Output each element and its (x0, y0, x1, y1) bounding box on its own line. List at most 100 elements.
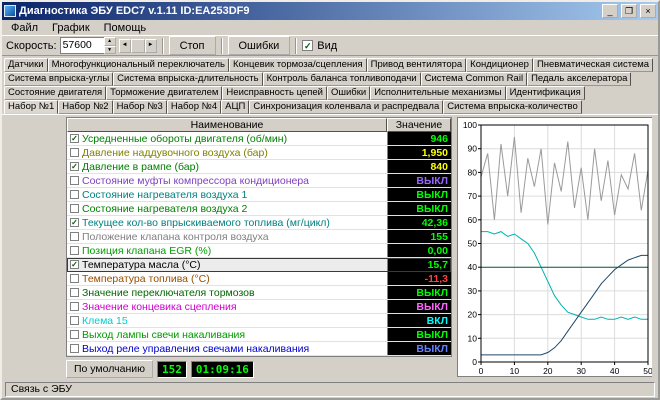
svg-text:30: 30 (576, 366, 586, 376)
row-checkbox[interactable]: ✓ (70, 134, 79, 143)
row-checkbox[interactable] (70, 344, 79, 353)
table-row[interactable]: Выход лампы свечи накаливанияВЫКЛ (67, 328, 451, 342)
maximize-button[interactable]: ❐ (621, 4, 637, 18)
row-checkbox[interactable] (70, 232, 79, 241)
svg-text:30: 30 (468, 286, 478, 296)
table-row[interactable]: Значение концевика сцепленияВЫКЛ (67, 300, 451, 314)
row-checkbox[interactable]: ✓ (70, 218, 79, 227)
menu-item[interactable]: График (45, 22, 97, 34)
tab[interactable]: Исполнительные механизмы (370, 86, 505, 100)
tab[interactable]: Система впрыска-длительность (113, 72, 262, 86)
row-checkbox[interactable] (70, 288, 79, 297)
param-name: Состояние муфты компрессора кондиционера (82, 175, 387, 187)
tab[interactable]: Кондиционер (466, 58, 533, 72)
row-checkbox[interactable]: ✓ (70, 260, 79, 269)
tab[interactable]: Контроль баланса топливоподачи (263, 72, 421, 86)
scroll-left-icon[interactable]: ◄ (119, 39, 131, 53)
row-checkbox[interactable] (70, 148, 79, 157)
tab[interactable]: Привод вентилятора (367, 58, 467, 72)
tab[interactable]: Идентификация (506, 86, 585, 100)
row-checkbox[interactable] (70, 302, 79, 311)
row-checkbox[interactable] (70, 274, 79, 283)
spin-up-icon[interactable]: ▲ (104, 37, 116, 46)
toolbar: Скорость: 57600 ▲ ▼ ◄ ► Стоп Ошибки ✓ Ви… (2, 35, 658, 56)
table-row[interactable]: ✓Текущее кол-во впрыскиваемого топлива (… (67, 216, 451, 230)
table-row[interactable]: Позиция клапана EGR (%)0,00 (67, 244, 451, 258)
tab[interactable]: Состояние двигателя (4, 86, 106, 100)
scroll-right-icon[interactable]: ► (145, 39, 157, 53)
tab[interactable]: Ошибки (327, 86, 370, 100)
param-name: Усредненные обороты двигателя (об/мин) (82, 133, 387, 145)
param-value: ВЫКЛ (387, 188, 451, 201)
param-value: ВЫКЛ (387, 174, 451, 187)
column-header-value[interactable]: Значение (387, 118, 451, 132)
table-row[interactable]: Температура топлива (°C)-11,3 (67, 272, 451, 286)
table-row[interactable]: Состояние нагревателя воздуха 1ВЫКЛ (67, 188, 451, 202)
stop-button[interactable]: Стоп (169, 36, 216, 55)
table-row[interactable]: Состояние нагревателя воздуха 2ВЫКЛ (67, 202, 451, 216)
tab[interactable]: Система впрыска-углы (4, 72, 113, 86)
tab[interactable]: Многофункциональный переключатель (48, 58, 229, 72)
svg-text:70: 70 (468, 191, 478, 201)
row-checkbox[interactable]: ✓ (70, 162, 79, 171)
param-value: ВЫКЛ (387, 328, 451, 341)
row-checkbox[interactable] (70, 316, 79, 325)
speed-input[interactable]: 57600 (60, 37, 104, 54)
errors-button[interactable]: Ошибки (228, 36, 291, 55)
svg-text:10: 10 (468, 333, 478, 343)
table-row[interactable]: ✓Температура масла (°C)15,7 (67, 258, 451, 272)
table-row[interactable]: Значение переключателя тормозовВЫКЛ (67, 286, 451, 300)
param-table-body: ✓Усредненные обороты двигателя (об/мин)9… (67, 132, 451, 356)
row-checkbox[interactable] (70, 204, 79, 213)
table-row[interactable]: ✓Давление в рампе (бар)840 (67, 160, 451, 174)
menu-item[interactable]: Файл (4, 22, 45, 34)
scrollbar-thumb[interactable] (131, 39, 145, 53)
tab[interactable]: Набор №4 (167, 100, 221, 114)
row-checkbox[interactable] (70, 176, 79, 185)
elapsed-timer: 01:09:16 (191, 361, 254, 378)
speed-combo[interactable]: 57600 ▲ ▼ (60, 37, 116, 54)
view-checkbox-box[interactable]: ✓ (302, 40, 313, 51)
row-checkbox[interactable] (70, 246, 79, 255)
param-name: Текущее кол-во впрыскиваемого топлива (м… (82, 217, 387, 229)
tab[interactable]: Система Common Rail (421, 72, 527, 86)
column-header-name[interactable]: Наименование (67, 118, 387, 132)
tab[interactable]: Неисправность цепей (222, 86, 327, 100)
param-value: 946 (387, 132, 451, 145)
speed-label: Скорость: (6, 40, 57, 52)
svg-text:20: 20 (543, 366, 553, 376)
tab[interactable]: Датчики (4, 58, 48, 72)
svg-text:90: 90 (468, 144, 478, 154)
tab[interactable]: Торможение двигателем (106, 86, 222, 100)
tab[interactable]: Пневматическая система (533, 58, 653, 72)
default-button[interactable]: По умолчанию (66, 360, 153, 378)
menu-item[interactable]: Помощь (97, 22, 154, 34)
app-window: Диагностика ЭБУ EDC7 v.1.11 ID:EA253DF9 … (0, 0, 660, 400)
tab[interactable]: Система впрыска-количество (443, 100, 582, 114)
tab[interactable]: Набор №1 (4, 100, 58, 114)
table-row[interactable]: Давление наддувочного воздуха (бар)1,950 (67, 146, 451, 160)
svg-text:100: 100 (463, 120, 477, 130)
tab[interactable]: Концевик тормоза/сцепления (229, 58, 367, 72)
table-row[interactable]: Клема 15ВКЛ (67, 314, 451, 328)
table-row[interactable]: ✓Усредненные обороты двигателя (об/мин)9… (67, 132, 451, 146)
table-row[interactable]: Положение клапана контроля воздуха155 (67, 230, 451, 244)
view-checkbox[interactable]: ✓ Вид (302, 40, 337, 52)
tab[interactable]: АЦП (221, 100, 249, 114)
spin-down-icon[interactable]: ▼ (104, 46, 116, 55)
row-checkbox[interactable] (70, 330, 79, 339)
window-title: Диагностика ЭБУ EDC7 v.1.11 ID:EA253DF9 (19, 5, 599, 17)
close-button[interactable]: × (640, 4, 656, 18)
tab[interactable]: Педаль акселератора (527, 72, 631, 86)
tab[interactable]: Набор №2 (58, 100, 112, 114)
minimize-button[interactable]: _ (602, 4, 618, 18)
param-value: 15,7 (387, 258, 451, 271)
chart-panel: 010203040506070809010001020304050 (457, 117, 652, 378)
table-row[interactable]: Состояние муфты компрессора кондиционера… (67, 174, 451, 188)
tab[interactable]: Набор №3 (113, 100, 167, 114)
param-name: Состояние нагревателя воздуха 2 (82, 203, 387, 215)
tab[interactable]: Синхронизация коленвала и распредвала (249, 100, 443, 114)
param-value: 42,36 (387, 216, 451, 229)
row-checkbox[interactable] (70, 190, 79, 199)
table-row[interactable]: Выход реле управления свечами накаливани… (67, 342, 451, 356)
